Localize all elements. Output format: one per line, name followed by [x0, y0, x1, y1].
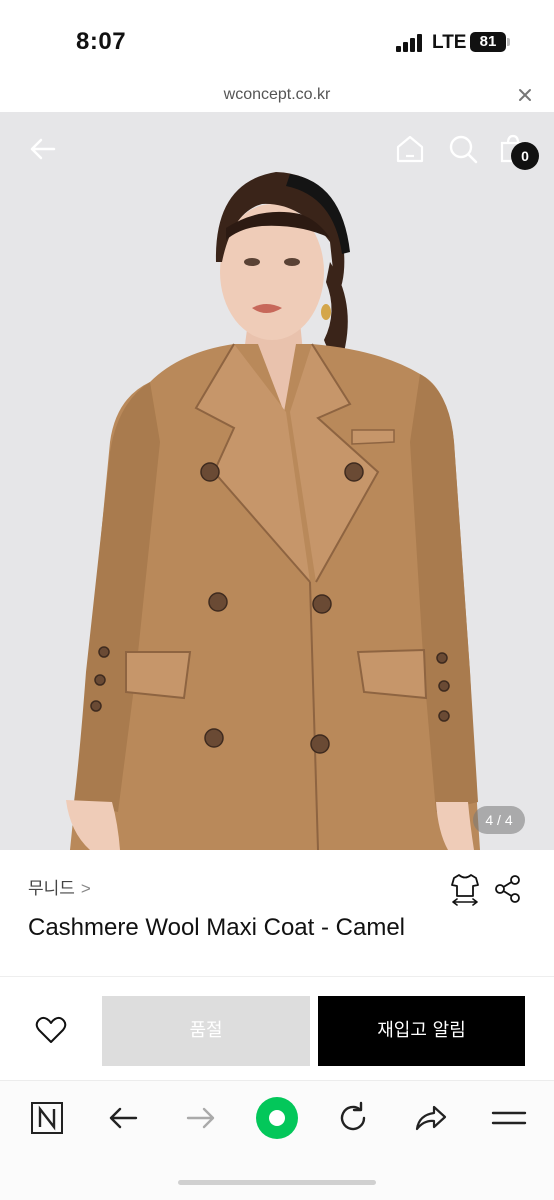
- share-icon[interactable]: [494, 874, 522, 904]
- heart-icon[interactable]: [34, 1014, 68, 1046]
- cart-count-badge[interactable]: 0: [511, 142, 539, 170]
- share-arrow-icon[interactable]: [412, 1099, 450, 1137]
- status-bar: 8:07 LTE 81: [0, 0, 554, 80]
- restock-alert-button[interactable]: 재입고 알림: [318, 996, 525, 1066]
- brand-name[interactable]: 무니드: [28, 879, 75, 898]
- naver-n-icon[interactable]: [28, 1099, 66, 1137]
- back-arrow-icon[interactable]: [26, 132, 60, 166]
- product-photo: [0, 112, 554, 850]
- naver-green-dot-icon[interactable]: [254, 1095, 300, 1141]
- product-title: Cashmere Wool Maxi Coat - Camel: [28, 914, 406, 941]
- forward-arrow-icon[interactable]: [182, 1099, 220, 1137]
- close-icon[interactable]: [514, 84, 536, 106]
- menu-icon[interactable]: [490, 1099, 528, 1137]
- url-bar[interactable]: wconcept.co.kr: [0, 80, 554, 112]
- home-indicator: [178, 1180, 376, 1185]
- product-image[interactable]: [0, 112, 554, 850]
- status-time: 8:07: [76, 28, 127, 55]
- image-page-indicator: 4 / 4: [473, 806, 525, 834]
- battery-nub: [507, 38, 510, 46]
- refresh-icon[interactable]: [334, 1099, 372, 1137]
- signal-icon: [396, 34, 422, 52]
- chevron-right-icon: >: [80, 879, 91, 898]
- search-icon[interactable]: [446, 132, 480, 166]
- back-arrow-icon[interactable]: [104, 1099, 142, 1137]
- network-label: LTE: [432, 32, 467, 53]
- divider: [0, 976, 554, 977]
- home-icon[interactable]: [393, 132, 427, 166]
- battery-icon: 81: [470, 32, 506, 52]
- url-text[interactable]: wconcept.co.kr: [0, 86, 554, 104]
- soldout-button: 품절: [102, 996, 310, 1066]
- brand-link[interactable]: 무니드 >: [28, 874, 91, 899]
- size-guide-icon[interactable]: [450, 872, 480, 906]
